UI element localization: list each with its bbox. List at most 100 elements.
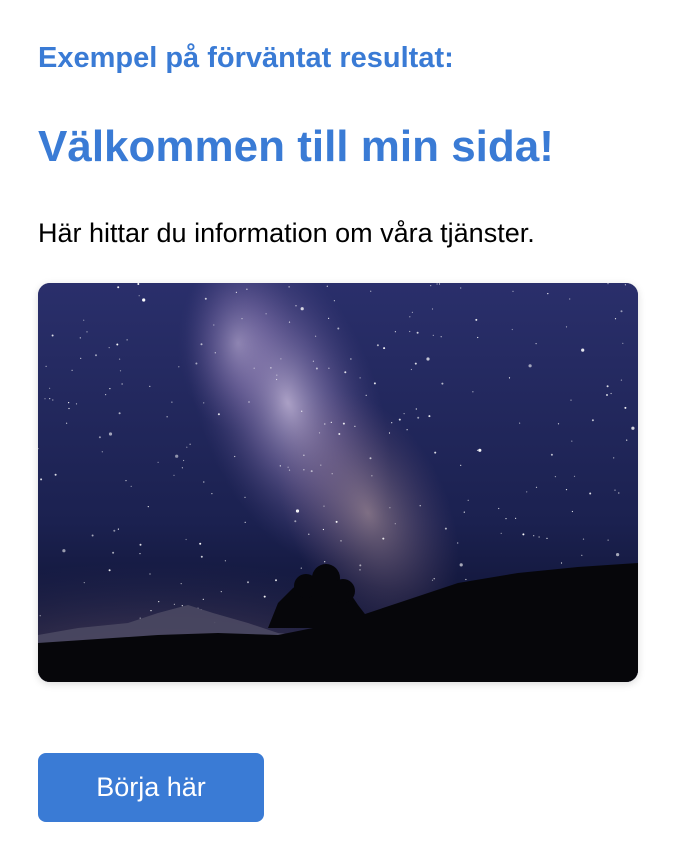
star [51,334,54,337]
star [389,507,391,509]
star [324,423,326,425]
star [624,284,627,286]
star [432,334,434,336]
star [591,419,594,422]
star [394,523,396,525]
star [324,561,326,563]
star [365,394,367,396]
star [253,367,255,369]
star [181,605,183,607]
star [409,316,411,318]
star [234,455,236,458]
star [105,394,107,396]
star [320,464,322,466]
star [270,367,272,369]
star [279,465,281,467]
star [139,553,141,555]
star [199,542,202,545]
star [171,401,173,403]
star [573,475,576,477]
star [108,347,110,349]
star [498,507,500,510]
star [139,543,142,546]
star [301,410,303,412]
star [337,327,340,330]
star [335,520,338,523]
star [328,367,330,369]
star [550,453,553,456]
star [244,521,246,523]
star [241,318,243,320]
star [149,573,151,575]
star [66,422,68,424]
star [475,318,478,321]
example-heading: Exempel på förväntat resultat: [38,42,454,74]
star [126,339,128,341]
star [440,336,442,338]
star [581,348,585,352]
star [359,569,361,571]
star [322,528,324,531]
star [416,331,419,334]
star [607,539,609,541]
star [180,583,182,585]
star [263,595,266,598]
star [158,601,160,603]
star [183,459,185,462]
star [248,401,250,403]
star [431,579,434,581]
star [417,416,420,419]
star [622,342,624,344]
star [383,347,386,350]
star [326,285,328,287]
star [130,485,132,487]
star [535,343,537,345]
star [275,579,277,582]
star [68,407,70,410]
star [189,443,191,445]
star [546,537,548,539]
star [276,374,278,376]
star [318,432,321,434]
star [614,489,616,491]
star [295,509,300,513]
star [276,378,278,381]
star [200,555,203,558]
star [618,492,620,494]
star [415,408,417,410]
star [178,366,180,368]
star [181,467,183,469]
star [434,451,437,454]
star [116,343,119,346]
star [49,398,51,400]
star [211,493,213,495]
star [185,538,187,541]
star [350,358,352,360]
star [613,457,615,459]
star [244,496,246,498]
star [557,423,560,425]
star [535,486,538,488]
star [288,321,291,323]
star [373,382,376,385]
star [338,433,341,435]
star [607,283,609,285]
star [478,448,482,452]
star [333,300,335,302]
star [376,344,379,347]
star [265,313,267,315]
star [505,518,507,520]
star [570,399,572,401]
star [173,474,175,476]
star [631,426,635,430]
star [626,439,628,441]
intro-text: Här hittar du information om våra tjänst… [38,218,535,248]
star [459,563,463,567]
star [403,413,405,415]
star [40,478,43,481]
star [565,489,568,491]
star [200,343,203,346]
start-button[interactable]: Börja här [38,753,264,822]
star [369,457,372,460]
star [62,549,66,553]
